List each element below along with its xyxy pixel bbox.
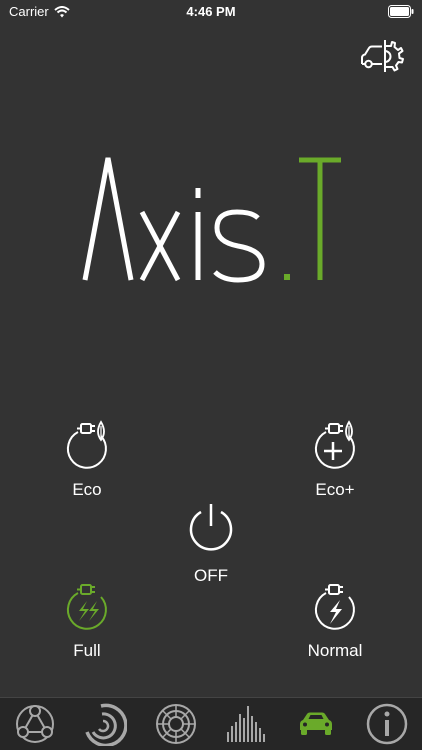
mode-off[interactable]: OFF bbox=[156, 500, 266, 586]
mode-eco[interactable]: Eco bbox=[32, 412, 142, 500]
mode-off-label: OFF bbox=[194, 566, 228, 585]
plug-bolt-icon bbox=[314, 584, 355, 630]
car-gear-icon bbox=[361, 40, 404, 72]
mode-eco-plus-label: Eco+ bbox=[315, 480, 355, 499]
tab-bar bbox=[0, 697, 422, 750]
tab-dial[interactable] bbox=[149, 701, 203, 747]
mode-full[interactable]: Full bbox=[32, 573, 142, 661]
mode-normal-label: Normal bbox=[307, 641, 363, 660]
power-icon bbox=[189, 504, 233, 551]
axis-t-logo bbox=[82, 157, 341, 283]
plug-leaf-icon bbox=[66, 420, 107, 469]
mode-full-label: Full bbox=[73, 641, 101, 660]
tab-network[interactable] bbox=[8, 701, 62, 747]
tab-car[interactable] bbox=[289, 701, 343, 747]
network-nodes-icon bbox=[16, 705, 55, 743]
status-bar: Carrier 4:46 PM bbox=[0, 0, 422, 24]
tab-info[interactable] bbox=[360, 701, 414, 747]
plug-double-bolt-icon bbox=[66, 584, 107, 630]
segmented-dial-icon bbox=[155, 704, 196, 744]
bar-levels-icon bbox=[227, 706, 266, 742]
info-icon bbox=[366, 703, 408, 745]
mode-normal[interactable]: Normal bbox=[280, 573, 390, 661]
battery-icon bbox=[388, 5, 414, 18]
car-icon bbox=[300, 712, 333, 735]
mode-eco-label: Eco bbox=[72, 480, 102, 499]
status-time: 4:46 PM bbox=[186, 4, 236, 19]
arc-gauge-icon bbox=[85, 703, 128, 746]
tab-gauge[interactable] bbox=[78, 701, 132, 747]
tab-levels[interactable] bbox=[219, 701, 273, 747]
mode-eco-plus[interactable]: Eco+ bbox=[280, 412, 390, 500]
plug-plus-leaf-icon bbox=[314, 420, 355, 469]
car-settings-button[interactable] bbox=[358, 36, 406, 76]
